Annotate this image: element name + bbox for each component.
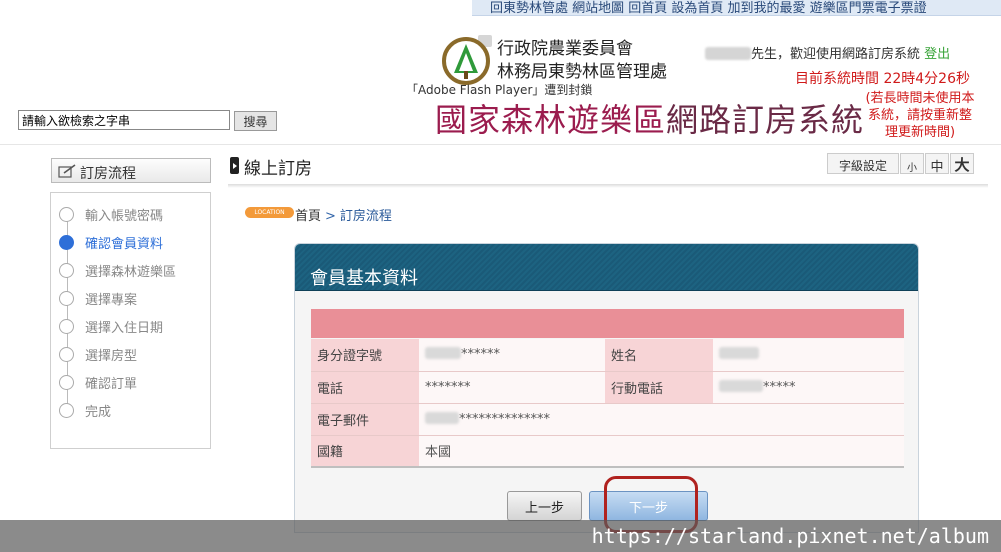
breadcrumb-current[interactable]: 訂房流程 bbox=[340, 209, 392, 224]
step-dot bbox=[59, 319, 74, 334]
forestry-logo-icon bbox=[442, 35, 492, 85]
font-small-button[interactable]: 小 bbox=[900, 153, 924, 174]
name-label: 姓名 bbox=[605, 339, 713, 372]
site-title: 國家森林遊樂區網路訂房系統 bbox=[435, 95, 864, 141]
welcome-message: 先生，歡迎使用網路訂房系統 登出 bbox=[705, 43, 950, 62]
step-dot-active bbox=[59, 235, 74, 250]
sidebar-heading-label: 訂房流程 bbox=[80, 166, 136, 182]
table-row: 電話 ******* 行動電話 ***** bbox=[311, 371, 904, 404]
font-large-button[interactable]: 大 bbox=[950, 153, 974, 174]
table-header-bar bbox=[311, 309, 904, 338]
redacted-mark bbox=[425, 347, 461, 360]
site-title-part1: 國家森林遊樂區 bbox=[435, 101, 667, 139]
step-dot bbox=[59, 347, 74, 362]
idle-notice: (若長時間未使用本系統，請按重新整理更新時間) bbox=[865, 91, 975, 140]
search-input[interactable] bbox=[18, 110, 230, 130]
system-time: 目前系統時間 22時4分26秒 bbox=[795, 71, 970, 87]
agency-line-1: 行政院農業委員會 bbox=[497, 39, 633, 59]
welcome-text: 先生，歡迎使用網路訂房系統 bbox=[751, 47, 921, 62]
watermark-band: https://starland.pixnet.net/album bbox=[0, 520, 1001, 552]
font-size-label: 字級設定 bbox=[827, 153, 899, 174]
breadcrumb: 首頁 > 訂房流程 bbox=[295, 205, 392, 224]
booking-steps: 輸入帳號密碼 確認會員資料 選擇森林遊樂區 選擇專案 選擇入住日期 選擇房型 確… bbox=[50, 192, 211, 449]
pencil-note-icon bbox=[58, 164, 76, 178]
table-row: 國籍 本國 bbox=[311, 435, 904, 468]
content-header-shadow bbox=[228, 184, 988, 188]
nationality-label: 國籍 bbox=[311, 435, 419, 468]
table-row: 電子郵件 ************** bbox=[311, 403, 904, 436]
step-dot bbox=[59, 375, 74, 390]
redacted-mark bbox=[719, 347, 759, 360]
logout-link[interactable]: 登出 bbox=[924, 47, 950, 62]
mobile-label: 行動電話 bbox=[605, 371, 713, 404]
font-medium-button[interactable]: 中 bbox=[925, 153, 949, 175]
table-row: 身分證字號 ****** 姓名 bbox=[311, 339, 904, 372]
phone-value: ******* bbox=[419, 371, 605, 404]
phone-label: 電話 bbox=[311, 371, 419, 404]
id-number-value: ****** bbox=[419, 339, 605, 372]
member-info-table: 身分證字號 ****** 姓名 電話 ******* 行動電話 ***** 電子… bbox=[311, 339, 904, 468]
breadcrumb-separator: > bbox=[325, 209, 336, 224]
step-dot bbox=[59, 403, 74, 418]
sidebar-heading: 訂房流程 bbox=[51, 158, 211, 183]
step-dot bbox=[59, 207, 74, 222]
header-divider bbox=[0, 144, 1001, 145]
user-name-redacted bbox=[705, 47, 751, 60]
id-number-label: 身分證字號 bbox=[311, 339, 419, 372]
top-links[interactable]: 回東勢林管處 網站地圖 回首頁 設為首頁 加到我的最愛 遊樂區門票電子票證 bbox=[490, 0, 927, 16]
nationality-value: 本國 bbox=[419, 435, 904, 468]
agency-name: 行政院農業委員會 林務局東勢林區管理處 bbox=[497, 38, 667, 84]
site-title-part2: 網路訂房系統 bbox=[666, 101, 865, 139]
step-dot bbox=[59, 291, 74, 306]
name-value bbox=[713, 339, 904, 372]
site-header: 回東勢林管處 網站地圖 回首頁 設為首頁 加到我的最愛 遊樂區門票電子票證 行政… bbox=[0, 0, 1001, 145]
search-button[interactable]: 搜尋 bbox=[234, 111, 277, 131]
step-dot bbox=[59, 263, 74, 278]
breadcrumb-home[interactable]: 首頁 bbox=[295, 209, 321, 224]
email-value: ************** bbox=[419, 403, 904, 436]
title-marker-icon bbox=[230, 157, 239, 174]
watermark-text: https://starland.pixnet.net/album bbox=[591, 524, 989, 548]
email-label: 電子郵件 bbox=[311, 403, 419, 436]
content-header: 線上訂房 字級設定 小 中 大 bbox=[228, 149, 988, 184]
location-badge: LOCATION bbox=[245, 207, 294, 218]
panel-title: 會員基本資料 bbox=[310, 268, 418, 289]
page-title: 線上訂房 bbox=[244, 159, 312, 179]
prev-step-button[interactable]: 上一步 bbox=[507, 491, 582, 521]
panel-header: 會員基本資料 bbox=[295, 244, 918, 291]
redacted-mark bbox=[425, 411, 459, 424]
redacted-mark bbox=[719, 379, 763, 392]
mobile-value: ***** bbox=[713, 371, 904, 404]
